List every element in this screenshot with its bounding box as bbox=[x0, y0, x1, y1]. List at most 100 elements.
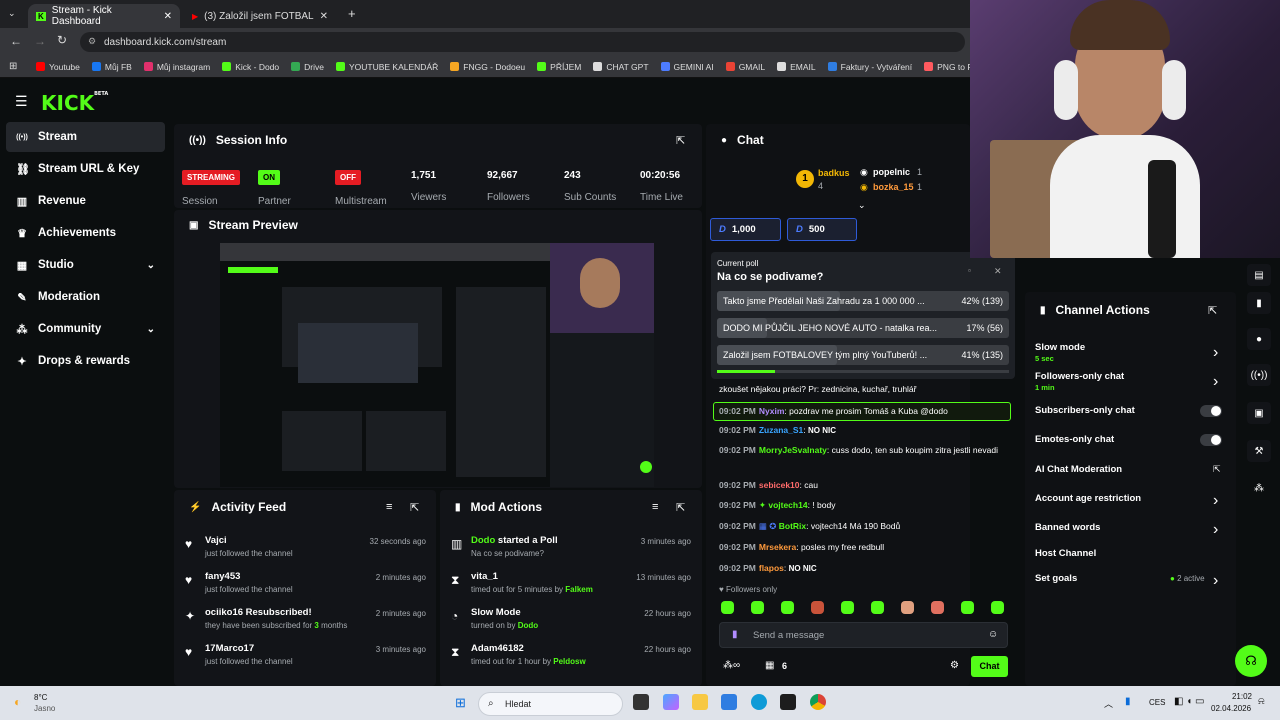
url-field[interactable]: ⚙ dashboard.kick.com/stream bbox=[80, 32, 965, 52]
poll-option[interactable]: DODO MI PŮJČIL JEHO NOVÉ AUTO - natalka … bbox=[717, 318, 1009, 338]
rail-wrench-icon[interactable]: ⚒ bbox=[1247, 440, 1271, 462]
copilot-icon[interactable] bbox=[663, 694, 679, 710]
external-link-icon[interactable]: ⇱ bbox=[1213, 464, 1221, 475]
tab-list-icon[interactable]: ⌄ bbox=[8, 8, 16, 19]
poll-option[interactable]: Založil jsem FOTBALOVEY tým plný YouTube… bbox=[717, 345, 1009, 365]
channel-action-banned-words[interactable]: Banned words bbox=[1035, 522, 1100, 533]
forward-icon[interactable]: → bbox=[34, 34, 46, 48]
tab-youtube[interactable]: ▶ (3) Založil jsem FOTBALOVÝ tý ✕ bbox=[184, 4, 336, 28]
channel-action-followers-only-chat[interactable]: Followers-only chat bbox=[1035, 371, 1124, 382]
chat-message[interactable]: 09:02 PM Zuzana_S1: NO NIC bbox=[719, 424, 1009, 437]
chat-message[interactable]: 09:02 PM Mrsekera: posles my free redbull bbox=[719, 541, 1009, 554]
bookmark-item[interactable]: Můj instagram bbox=[143, 62, 210, 72]
channel-action-subscribers-only-chat[interactable]: Subscribers-only chat bbox=[1035, 405, 1135, 416]
mod-action-title[interactable]: vita_1 bbox=[471, 571, 498, 582]
rail-mod-icon[interactable]: ▣ bbox=[1247, 402, 1271, 424]
sidebar-item-stream-url-key[interactable]: ⛓ Stream URL & Key bbox=[6, 154, 165, 184]
channel-action-ai-chat-moderation[interactable]: AI Chat Moderation bbox=[1035, 464, 1122, 475]
mod-action-title[interactable]: Slow Mode bbox=[471, 607, 521, 618]
tab-kick-dashboard[interactable]: K Stream - Kick Dashboard ✕ bbox=[28, 4, 180, 28]
support-headset-icon[interactable]: ☊ bbox=[1235, 645, 1267, 677]
wifi-volume-battery-icon[interactable]: ◧ ◖ ▭ bbox=[1174, 696, 1205, 707]
toggle-switch[interactable] bbox=[1200, 434, 1222, 446]
chat-message[interactable]: 09:02 PM ▦ ✪ BotRix: vojtech14 Má 190 Bod… bbox=[719, 520, 1009, 533]
chat-message[interactable]: 09:02 PM ✦ vojtech14: ! body bbox=[719, 499, 1009, 512]
filter-icon[interactable]: ≡ bbox=[386, 501, 392, 513]
rail-chat-bubble-icon[interactable]: ● bbox=[1247, 328, 1271, 350]
mic-icon[interactable]: ▮ bbox=[732, 629, 738, 640]
top-gifter-name[interactable]: badkus bbox=[818, 168, 850, 178]
emote-icon[interactable] bbox=[811, 601, 824, 614]
kicks-1000-button[interactable]: D 1,000 bbox=[710, 218, 781, 241]
sidebar-item-moderation[interactable]: ✎ Moderation bbox=[6, 282, 165, 312]
store-icon[interactable] bbox=[721, 694, 737, 710]
channel-action-host-channel[interactable]: Host Channel bbox=[1035, 548, 1096, 559]
popout-icon[interactable]: ⇱ bbox=[410, 501, 419, 514]
chevron-right-icon[interactable]: › bbox=[1213, 344, 1218, 362]
filter-icon[interactable]: ≡ bbox=[652, 501, 658, 513]
bookmark-item[interactable]: PNG to PDF bbox=[924, 62, 970, 72]
activity-name[interactable]: ociiko16 Resubscribed! bbox=[205, 607, 312, 618]
channel-action-set-goals[interactable]: Set goals bbox=[1035, 573, 1077, 584]
sidebar-item-stream[interactable]: ((•)) Stream bbox=[6, 122, 165, 152]
site-info-icon[interactable]: ⚙ bbox=[88, 36, 96, 47]
chat-input[interactable]: ▮ Send a message ☺ bbox=[719, 622, 1008, 648]
sidebar-item-revenue[interactable]: ▥ Revenue bbox=[6, 186, 165, 216]
rail-community-icon[interactable]: ⁂ bbox=[1247, 477, 1271, 499]
activity-name[interactable]: fany453 bbox=[205, 571, 240, 582]
reload-icon[interactable]: ↻ bbox=[57, 33, 67, 47]
notification-bell-icon[interactable]: ⍾ bbox=[1258, 696, 1265, 707]
bookmark-item[interactable]: PŘÍJEM bbox=[537, 62, 581, 72]
chrome-icon[interactable] bbox=[810, 694, 826, 710]
poll-close-icon[interactable]: ✕ bbox=[994, 266, 1002, 277]
chevron-right-icon[interactable]: › bbox=[1213, 373, 1218, 391]
rail-broadcast-icon[interactable]: ((•)) bbox=[1247, 364, 1271, 386]
taskbar-search[interactable]: ⌕ Hledat bbox=[478, 692, 623, 716]
chat-message[interactable]: 09:02 PM MorryJeSvalnaty: cuss dodo, ten … bbox=[719, 444, 1009, 457]
mod-action-title[interactable]: Adam46182 bbox=[471, 643, 524, 654]
bookmark-item[interactable]: Faktury - Vytváření bbox=[827, 62, 912, 72]
new-tab-icon[interactable]: + bbox=[348, 6, 356, 21]
chevron-right-icon[interactable]: › bbox=[1213, 492, 1218, 510]
kicks-500-button[interactable]: D 500 bbox=[787, 218, 857, 241]
bookmark-item[interactable]: Youtube bbox=[36, 62, 80, 72]
popout-icon[interactable]: ⇱ bbox=[676, 501, 685, 514]
channel-action-account-age-restriction[interactable]: Account age restriction bbox=[1035, 493, 1141, 504]
close-tab-icon[interactable]: ✕ bbox=[320, 11, 328, 22]
chat-message[interactable]: 09:02 PM flapos: NO NIC bbox=[719, 562, 1009, 575]
rail-chat-icon[interactable]: ▤ bbox=[1247, 264, 1271, 286]
emote-icon[interactable] bbox=[721, 601, 734, 614]
back-icon[interactable]: ← bbox=[10, 34, 22, 48]
points-icon[interactable]: ⁂∞ bbox=[723, 660, 740, 671]
task-view-icon[interactable] bbox=[633, 694, 649, 710]
bookmark-item[interactable]: Můj FB bbox=[91, 62, 132, 72]
activity-name[interactable]: 17Marco17 bbox=[205, 643, 254, 654]
sidebar-item-studio[interactable]: ▦ Studio ⌄ bbox=[6, 250, 165, 280]
channel-action-emotes-only-chat[interactable]: Emotes-only chat bbox=[1035, 434, 1114, 445]
toggle-switch[interactable] bbox=[1200, 405, 1222, 417]
apps-grid-icon[interactable]: ⊞ bbox=[9, 61, 17, 72]
bookmark-item[interactable]: FNGG - Dodoeu bbox=[450, 62, 525, 72]
chevron-down-icon[interactable]: ⌄ bbox=[858, 200, 866, 211]
windows-start-icon[interactable]: ⊞ bbox=[455, 695, 466, 711]
activity-name[interactable]: Vajci bbox=[205, 535, 227, 546]
sidebar-item-drops-rewards[interactable]: ✦ Drops & rewards bbox=[6, 346, 165, 376]
chat-message[interactable]: 09:02 PM Nyxim: pozdrav me prosim Tomáš a… bbox=[713, 402, 1011, 421]
emote-icon[interactable] bbox=[781, 601, 794, 614]
menu-hamburger-icon[interactable]: ☰ bbox=[15, 93, 28, 110]
popout-icon[interactable]: ⇱ bbox=[1208, 304, 1217, 317]
chevron-right-icon[interactable]: › bbox=[1213, 521, 1218, 539]
stream-preview-video[interactable] bbox=[220, 243, 654, 487]
emote-icon[interactable] bbox=[751, 601, 764, 614]
bookmark-item[interactable]: YOUTUBE KALENDÁŘ bbox=[335, 62, 438, 72]
poll-minimize-icon[interactable]: ▫ bbox=[968, 266, 971, 275]
emote-icon[interactable] bbox=[901, 601, 914, 614]
mic-tray-icon[interactable]: ▮ bbox=[1125, 696, 1131, 707]
emote-icon[interactable] bbox=[961, 601, 974, 614]
chat-message[interactable]: zkoušet nějakou práci? Pr: zednicina, ku… bbox=[719, 383, 1009, 396]
bookmark-item[interactable]: EMAIL bbox=[777, 62, 816, 72]
poll-option[interactable]: Takto jsme Předělali Naši Zahradu za 1 0… bbox=[717, 291, 1009, 311]
kick-logo[interactable]: KICKBETA bbox=[41, 91, 108, 115]
emote-icon[interactable] bbox=[931, 601, 944, 614]
terminal-icon[interactable] bbox=[780, 694, 796, 710]
